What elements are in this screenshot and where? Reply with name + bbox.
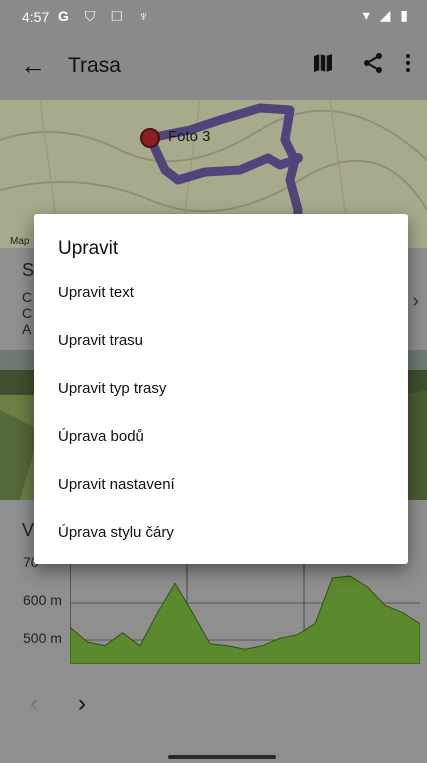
usb-icon: ♆ [138,8,155,24]
y-tick-600: 600 m [23,592,62,608]
elevation-chart [70,554,420,664]
app-bar: ← Trasa [0,34,427,100]
map-icon[interactable] [312,52,334,80]
page-title: Trasa [68,54,121,77]
screenshot-icon: ☐ [111,8,129,24]
google-g-icon: G [58,8,75,24]
battery-icon: ▮ [400,7,411,23]
menu-item-edit-route-type[interactable]: Upravit typ trasy [58,374,388,404]
bottom-navigation: ‹ › [0,664,427,763]
menu-item-edit-route[interactable]: Upravit trasu [58,326,388,356]
more-vert-icon[interactable] [404,52,412,80]
next-chevron-icon[interactable]: › [78,690,86,718]
arrow-back-icon[interactable]: ← [20,50,46,81]
info-line-2: C [22,305,33,321]
signal-icon: ◢ [379,7,394,23]
chevron-right-icon[interactable]: › [412,290,419,313]
map-attribution: Map [10,236,30,247]
screen: 4:57 G ⛉ ☐ ♆ ▾ ◢ ▮ ← Trasa Foto 3 Map S … [0,0,427,763]
shield-icon: ⛉ [84,8,102,24]
status-bar: 4:57 G ⛉ ☐ ♆ ▾ ◢ ▮ [0,0,427,34]
elevation-area [70,575,420,664]
map-marker-label: Foto 3 [168,128,211,145]
section-heading: S [22,260,35,280]
status-right-icons: ▾ ◢ ▮ [363,7,411,24]
info-line-1: C [22,289,33,305]
y-tick-500: 500 m [23,630,62,646]
menu-item-edit-line-style[interactable]: Úprava stylu čáry [58,518,388,548]
info-line-3: A [22,321,32,337]
menu-item-edit-text[interactable]: Upravit text [58,278,388,308]
wifi-icon: ▾ [362,7,373,23]
status-icons: G ⛉ ☐ ♆ [58,8,155,25]
dialog-title: Upravit [58,238,119,259]
chart-section-heading: V [22,520,35,540]
share-icon[interactable] [362,52,384,80]
prev-chevron-icon[interactable]: ‹ [30,690,38,718]
edit-dialog: Upravit Upravit text Upravit trasu Uprav… [34,214,408,564]
menu-item-edit-points[interactable]: Úprava bodů [58,422,388,452]
menu-item-edit-settings[interactable]: Upravit nastavení [58,470,388,500]
gesture-handle[interactable] [168,755,276,759]
status-time: 4:57 [22,9,50,25]
